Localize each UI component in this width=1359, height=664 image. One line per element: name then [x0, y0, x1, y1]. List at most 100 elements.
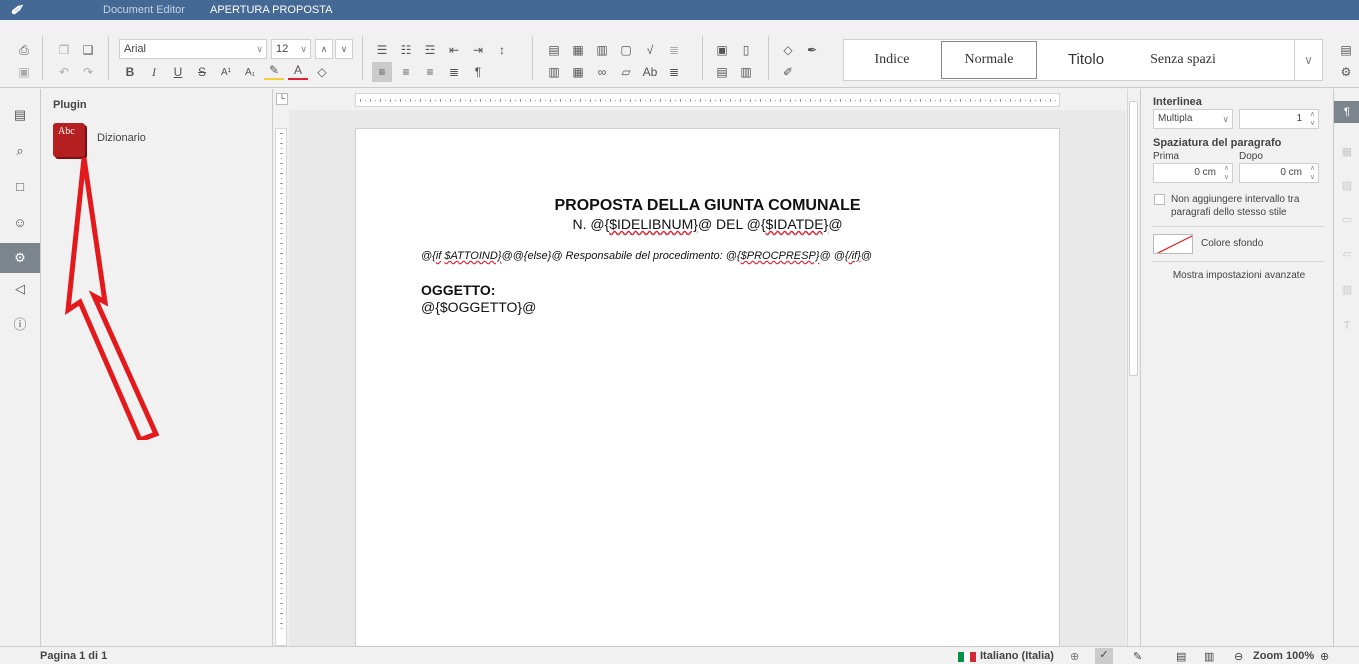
- file-icon[interactable]: ▤: [10, 105, 30, 125]
- paste-icon[interactable]: ❑: [78, 40, 98, 60]
- decrease-font-button[interactable]: ∨: [335, 39, 353, 59]
- view-settings-icon[interactable]: ▤: [1336, 40, 1356, 60]
- save-icon[interactable]: ▣: [14, 62, 34, 82]
- styles-expand-icon[interactable]: ∨: [1294, 40, 1322, 80]
- drop-cap-icon[interactable]: ≣: [664, 62, 684, 82]
- document-subheading[interactable]: N. @{$IDELIBNUM}@ DEL @{$IDATDE}@: [355, 216, 1060, 232]
- page-break-icon[interactable]: ▤: [544, 40, 564, 60]
- subject-label[interactable]: OGGETTO:: [421, 282, 495, 298]
- hyperlink-icon[interactable]: ∞: [592, 62, 612, 82]
- align-left-icon[interactable]: ≡: [372, 62, 392, 82]
- numbered-list-icon[interactable]: ☷: [396, 40, 416, 60]
- spinner-icon[interactable]: ∧ ∨: [1310, 164, 1315, 182]
- info-icon[interactable]: ⓘ: [10, 315, 30, 335]
- line-spacing-icon[interactable]: ↕: [492, 40, 512, 60]
- decrease-indent-icon[interactable]: ⇤: [444, 40, 464, 60]
- image-icon[interactable]: ▦: [568, 40, 588, 60]
- vertical-ruler[interactable]: [275, 128, 287, 646]
- zoom-out-icon[interactable]: ⊖: [1234, 650, 1243, 663]
- bullet-list-icon[interactable]: ☰: [372, 40, 392, 60]
- line-spacing-value-input[interactable]: 1 ∧ ∨: [1239, 109, 1319, 129]
- align-justify-icon[interactable]: ≣: [444, 62, 464, 82]
- spellcheck-icon[interactable]: ✓: [1095, 648, 1113, 664]
- spinner-icon[interactable]: ∧ ∨: [1224, 164, 1229, 182]
- strikethrough-icon[interactable]: S: [192, 62, 212, 82]
- search-icon[interactable]: ⌕: [10, 141, 30, 161]
- text-art-icon[interactable]: Ab: [640, 62, 660, 82]
- horizontal-ruler[interactable]: [355, 93, 1060, 107]
- header-footer-icon[interactable]: ≣: [664, 40, 684, 60]
- header-footer-settings-icon[interactable]: ▭: [1334, 209, 1359, 231]
- document-scrollbar[interactable]: [1127, 89, 1139, 646]
- chart-icon[interactable]: ▥: [592, 40, 612, 60]
- superscript-icon[interactable]: A¹: [216, 62, 236, 82]
- columns-icon[interactable]: ▥: [544, 62, 564, 82]
- highlight-color-icon[interactable]: ✎: [264, 62, 284, 80]
- chart-settings-icon[interactable]: ▥: [1334, 279, 1359, 301]
- globe-icon[interactable]: ⊕: [1070, 650, 1079, 663]
- paragraph-settings-icon[interactable]: ¶: [1334, 101, 1359, 123]
- style-normale[interactable]: Normale: [941, 41, 1037, 79]
- document-heading[interactable]: PROPOSTA DELLA GIUNTA COMUNALE: [355, 197, 1060, 215]
- font-name-select[interactable]: Arial ∨: [119, 39, 267, 59]
- gear-icon[interactable]: ⚙: [1336, 62, 1356, 82]
- page-size-icon[interactable]: ▤: [712, 62, 732, 82]
- feedback-icon[interactable]: ◁: [10, 279, 30, 299]
- advanced-settings-link[interactable]: Mostra impostazioni avanzate: [1153, 270, 1325, 281]
- multilevel-list-icon[interactable]: ☲: [420, 40, 440, 60]
- font-size-select[interactable]: 12 ∨: [271, 39, 311, 59]
- style-indice[interactable]: Indice: [844, 40, 940, 80]
- plugin-item-dizionario[interactable]: Dizionario: [97, 132, 146, 144]
- fit-page-icon[interactable]: ▤: [1176, 650, 1186, 663]
- no-interval-checkbox[interactable]: [1154, 194, 1165, 205]
- underline-icon[interactable]: U: [168, 62, 188, 82]
- table-icon[interactable]: ▦: [568, 62, 588, 82]
- page-columns-icon[interactable]: ▥: [736, 62, 756, 82]
- fit-width-icon[interactable]: ▥: [1204, 650, 1214, 663]
- image-settings-icon[interactable]: ▧: [1334, 175, 1359, 197]
- equation-icon[interactable]: √: [640, 40, 660, 60]
- spinner-icon[interactable]: ∧ ∨: [1310, 110, 1315, 128]
- clear-style-icon[interactable]: ◇: [778, 40, 798, 60]
- responsible-line[interactable]: @{if $ATTOIND}@@{else}@ Responsabile del…: [421, 250, 1041, 262]
- orientation-icon[interactable]: ▯: [736, 40, 756, 60]
- margins-icon[interactable]: ▣: [712, 40, 732, 60]
- track-changes-icon[interactable]: ✎: [1133, 650, 1142, 663]
- copy-icon[interactable]: ❐: [54, 40, 74, 60]
- text-art-settings-icon[interactable]: T: [1334, 315, 1359, 337]
- print-icon[interactable]: ⎙: [14, 40, 34, 60]
- undo-icon[interactable]: ↶: [54, 62, 74, 82]
- background-color-swatch[interactable]: [1153, 234, 1193, 254]
- table-settings-icon[interactable]: ▦: [1334, 141, 1359, 163]
- after-spacing-input[interactable]: 0 cm ∧ ∨: [1239, 163, 1319, 183]
- italic-icon[interactable]: I: [144, 62, 164, 82]
- subscript-icon[interactable]: A₁: [240, 62, 260, 82]
- copy-style-icon[interactable]: ✒: [802, 40, 822, 60]
- tab-stop-selector[interactable]: └: [276, 93, 288, 105]
- ruler-tick: [280, 343, 283, 344]
- plugins-icon[interactable]: ⚙: [0, 243, 40, 273]
- before-spacing-input[interactable]: 0 cm ∧ ∨: [1153, 163, 1233, 183]
- zoom-in-icon[interactable]: ⊕: [1320, 650, 1329, 663]
- language-selector[interactable]: Italiano (Italia): [980, 650, 1054, 662]
- increase-indent-icon[interactable]: ⇥: [468, 40, 488, 60]
- subject-value[interactable]: @{$OGGETTO}@: [421, 299, 536, 315]
- align-center-icon[interactable]: ≡: [396, 62, 416, 82]
- bold-icon[interactable]: B: [120, 62, 140, 82]
- shape-icon[interactable]: ▱: [616, 62, 636, 82]
- shape-settings-icon[interactable]: ▱: [1334, 243, 1359, 265]
- font-color-icon[interactable]: A: [288, 62, 308, 80]
- style-titolo[interactable]: Titolo: [1038, 40, 1134, 80]
- paragraph-marks-icon[interactable]: ¶: [468, 62, 488, 82]
- change-case-icon[interactable]: ✐: [778, 62, 798, 82]
- redo-icon[interactable]: ↷: [78, 62, 98, 82]
- paragraph-shading-icon[interactable]: ◇: [312, 62, 332, 82]
- align-right-icon[interactable]: ≡: [420, 62, 440, 82]
- scrollbar-thumb[interactable]: [1129, 101, 1138, 376]
- text-box-icon[interactable]: ▢: [616, 40, 636, 60]
- users-icon[interactable]: ☺: [10, 213, 30, 233]
- increase-font-button[interactable]: ∧: [315, 39, 333, 59]
- comments-icon[interactable]: □: [10, 177, 30, 197]
- style-senza-spazi[interactable]: Senza spazi: [1135, 40, 1231, 80]
- line-spacing-mode-select[interactable]: Multipla ∨: [1153, 109, 1233, 129]
